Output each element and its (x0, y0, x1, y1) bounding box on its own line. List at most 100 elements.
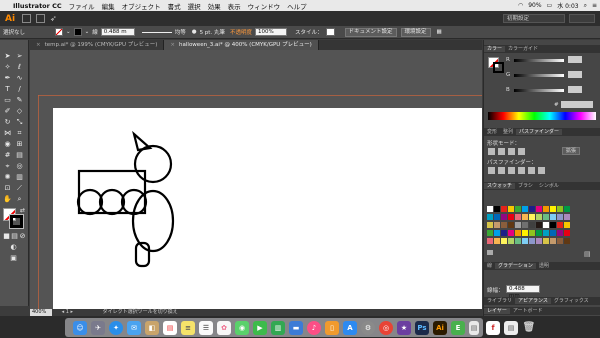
swatch[interactable] (515, 230, 521, 236)
illustrator-icon[interactable]: Ai (433, 321, 447, 335)
blend-tool-icon[interactable]: ◎ (15, 162, 24, 171)
menu-object[interactable]: オブジェクト (122, 1, 161, 11)
swatch[interactable] (536, 214, 542, 220)
tab-stroke[interactable]: 線 (484, 263, 495, 269)
arrange-documents-icon[interactable] (36, 14, 45, 23)
swatch[interactable] (522, 206, 528, 212)
swatch[interactable] (550, 222, 556, 228)
itunes-icon[interactable]: ♪ (307, 321, 321, 335)
swatch[interactable] (557, 214, 563, 220)
document-stack-icon[interactable]: ▤ (504, 321, 518, 335)
swatch[interactable] (564, 206, 570, 212)
contacts-icon[interactable]: ◧ (145, 321, 159, 335)
swatch[interactable] (515, 222, 521, 228)
fill-color-box[interactable] (55, 28, 63, 36)
close-tab-icon[interactable]: × (170, 42, 175, 48)
arrange-icon[interactable]: ▦ (437, 29, 442, 35)
menu-select[interactable]: 選択 (188, 1, 201, 11)
facetime-icon[interactable]: ▶ (253, 321, 267, 335)
mesh-tool-icon[interactable]: # (3, 151, 12, 160)
wheel-circle[interactable] (98, 188, 126, 216)
swatch[interactable] (515, 238, 521, 244)
swatch[interactable] (522, 214, 528, 220)
artwork[interactable] (30, 50, 482, 309)
swatch[interactable] (564, 214, 570, 220)
channel-g-field[interactable] (568, 71, 582, 78)
stroke-weight-input[interactable]: 0.488 mm (506, 285, 540, 299)
swatch[interactable] (508, 230, 514, 236)
swatch[interactable] (501, 222, 507, 228)
tab-brushes[interactable]: ブラシ (515, 183, 536, 189)
tab-pathfinder[interactable]: パスファインダー (516, 129, 563, 135)
shaper-tool-icon[interactable]: ✐ (3, 107, 12, 116)
evernote-icon[interactable]: E (451, 321, 465, 335)
close-tab-icon[interactable]: × (36, 42, 41, 48)
notebook-icon[interactable]: f (486, 321, 500, 335)
color-spectrum[interactable] (488, 112, 596, 120)
swatch[interactable] (557, 230, 563, 236)
hex-field[interactable] (561, 101, 593, 108)
swatch[interactable] (557, 206, 563, 212)
swatch-folder-icon[interactable] (487, 250, 493, 255)
type-tool-icon[interactable]: T (3, 85, 12, 94)
swatch[interactable] (550, 206, 556, 212)
perspective-grid-tool-icon[interactable]: ⊞ (15, 140, 24, 149)
tab-appearance[interactable]: アピアランス (515, 298, 551, 304)
swatch[interactable] (494, 214, 500, 220)
tab-gradient[interactable]: グラデーション (495, 263, 536, 269)
channel-r-field[interactable] (568, 56, 582, 63)
pen-tool-icon[interactable]: ✒ (3, 74, 12, 83)
lasso-tool-icon[interactable]: ℓ (15, 63, 24, 72)
rotate-tool-icon[interactable]: ↻ (3, 118, 12, 127)
menu-edit[interactable]: 編集 (102, 1, 115, 11)
launchpad-icon[interactable]: ✈ (91, 321, 105, 335)
swatch[interactable] (508, 214, 514, 220)
variable-width-profile[interactable] (141, 31, 172, 33)
eraser-tool-icon[interactable]: ◇ (15, 107, 24, 116)
workspace-switcher[interactable]: 初期設定 (503, 14, 565, 23)
swatch[interactable] (501, 238, 507, 244)
swatch[interactable] (536, 222, 542, 228)
shape-mode-buttons[interactable] (488, 148, 528, 155)
scale-tool-icon[interactable]: ⤡ (15, 118, 24, 127)
curvature-tool-icon[interactable]: ∿ (15, 74, 24, 83)
search-field[interactable] (569, 14, 595, 23)
stroke-chevron-icon[interactable]: ⌄ (85, 29, 90, 35)
messages-icon[interactable]: ◉ (235, 321, 249, 335)
menu-effect[interactable]: 効果 (208, 1, 221, 11)
photos-icon[interactable]: ✿ (217, 321, 231, 335)
trash-icon[interactable]: 🗑 (522, 321, 536, 335)
swatch[interactable] (487, 230, 493, 236)
clock[interactable]: 水 0:03 (557, 1, 578, 10)
graphic-style-box[interactable] (325, 28, 335, 36)
draw-mode-icon[interactable]: ◐ (9, 243, 18, 252)
symbol-sprayer-tool-icon[interactable]: ✺ (3, 173, 12, 182)
tab-libraries[interactable]: ライブラリ (484, 298, 515, 304)
tab-transparency[interactable]: 透明 (536, 263, 552, 269)
swatch[interactable] (536, 238, 542, 244)
swatch[interactable] (529, 230, 535, 236)
pathfinder-buttons[interactable] (488, 167, 548, 174)
head-circle[interactable] (133, 144, 173, 184)
tab-temp[interactable]: × temp.ai* @ 199% (CMYK/GPU プレビュー) (30, 40, 165, 50)
brush-definition[interactable]: 5 pt. 丸筆 (200, 28, 225, 36)
swatch[interactable] (543, 230, 549, 236)
swatch[interactable] (508, 206, 514, 212)
safari-icon[interactable]: ✦ (109, 321, 123, 335)
swatch[interactable] (536, 230, 542, 236)
menu-help[interactable]: ヘルプ (287, 1, 307, 11)
swatch[interactable] (522, 230, 528, 236)
tab-artboards[interactable]: アートボード (510, 308, 546, 314)
swatch[interactable] (550, 230, 556, 236)
opacity-label[interactable]: 不透明度 (230, 28, 252, 36)
swatch[interactable] (501, 206, 507, 212)
none-mode-icon[interactable]: ⊘ (18, 232, 27, 241)
gpu-performance-icon[interactable]: ➶ (50, 14, 59, 23)
channel-b-slider[interactable] (514, 89, 564, 92)
swatch-library-icon[interactable]: ▤ (584, 250, 591, 258)
graph-tool-icon[interactable]: ▥ (15, 173, 24, 182)
channel-g-slider[interactable] (514, 74, 564, 77)
tab-layers[interactable]: レイヤー (484, 308, 510, 314)
swatch[interactable] (487, 238, 493, 244)
swatch[interactable] (515, 206, 521, 212)
